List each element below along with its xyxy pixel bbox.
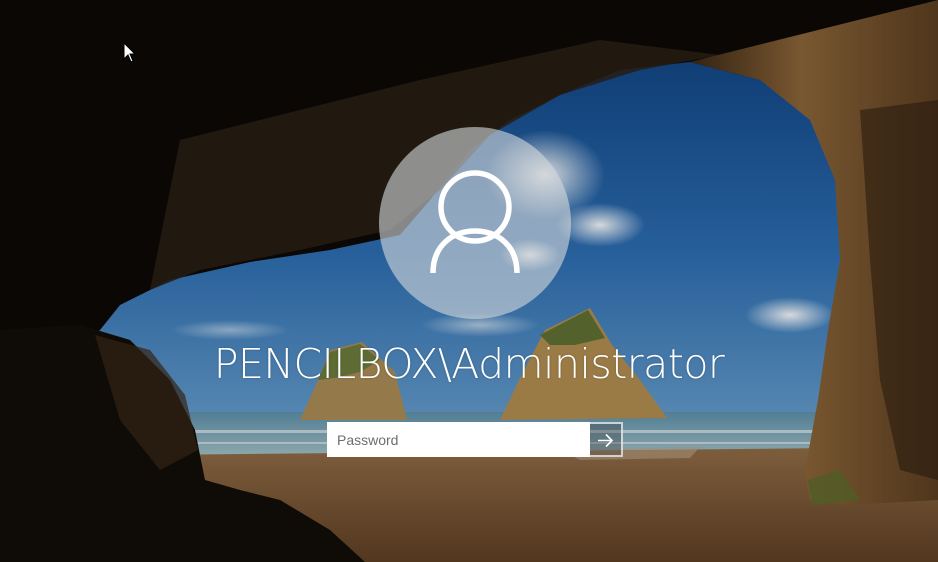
password-field[interactable]	[327, 422, 590, 457]
user-avatar	[379, 127, 571, 319]
submit-button[interactable]	[590, 422, 623, 457]
arrow-right-icon	[598, 433, 614, 448]
mouse-pointer-icon	[123, 42, 137, 63]
lock-screen: PENCILBOX\Administrator	[0, 0, 938, 562]
user-silhouette-icon	[430, 170, 520, 274]
username-label: PENCILBOX\Administrator	[213, 340, 725, 388]
password-row	[327, 422, 623, 457]
